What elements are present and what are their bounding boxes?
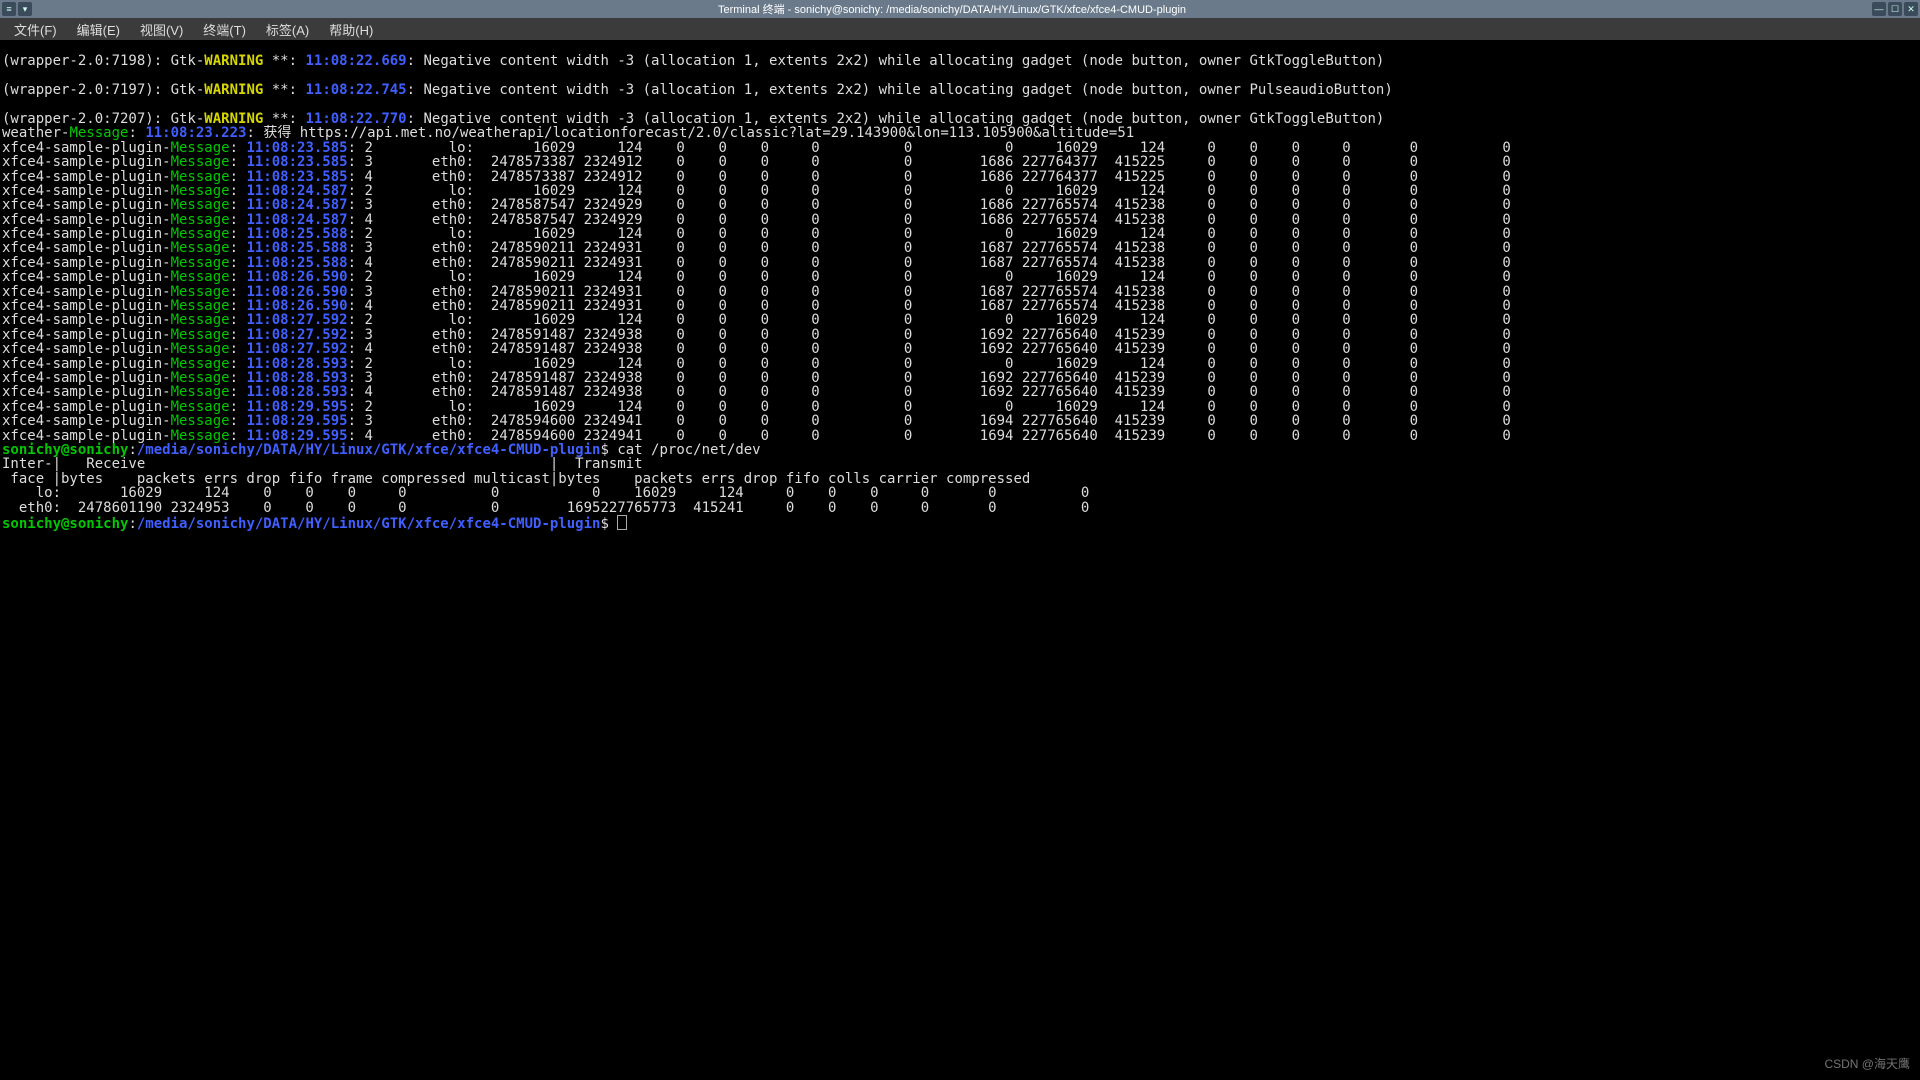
title-prefix: Terminal 终端 (718, 4, 785, 16)
close-button[interactable]: ✕ (1904, 2, 1918, 16)
menubar: 文件(F) 编辑(E) 视图(V) 终端(T) 标签(A) 帮助(H) (0, 18, 1920, 40)
watermark: CSDN @海天鹰 (1824, 1055, 1910, 1072)
window-controls: — ☐ ✕ (1872, 2, 1920, 16)
window-left-icons: ≡ ▾ (0, 2, 32, 16)
cursor-icon (617, 515, 627, 530)
terminal-output[interactable]: (wrapper-2.0:7198): Gtk-WARNING **: 11:0… (0, 40, 1920, 529)
menu-tabs[interactable]: 标签(A) (256, 18, 319, 41)
maximize-button[interactable]: ☐ (1888, 2, 1902, 16)
minimize-button[interactable]: — (1872, 2, 1886, 16)
pin-icon[interactable]: ▾ (18, 2, 32, 16)
menu-file[interactable]: 文件(F) (4, 18, 67, 41)
menu-view[interactable]: 视图(V) (130, 18, 193, 41)
title-path: sonichy@sonichy: /media/sonichy/DATA/HY/… (794, 4, 1186, 16)
menu-term[interactable]: 终端(T) (193, 18, 256, 41)
window-titlebar: ≡ ▾ Terminal 终端 - sonichy@sonichy: /medi… (0, 0, 1920, 18)
menu-edit[interactable]: 编辑(E) (67, 18, 130, 41)
menu-icon[interactable]: ≡ (2, 2, 16, 16)
window-title: Terminal 终端 - sonichy@sonichy: /media/so… (32, 1, 1872, 17)
menu-help[interactable]: 帮助(H) (319, 18, 383, 41)
